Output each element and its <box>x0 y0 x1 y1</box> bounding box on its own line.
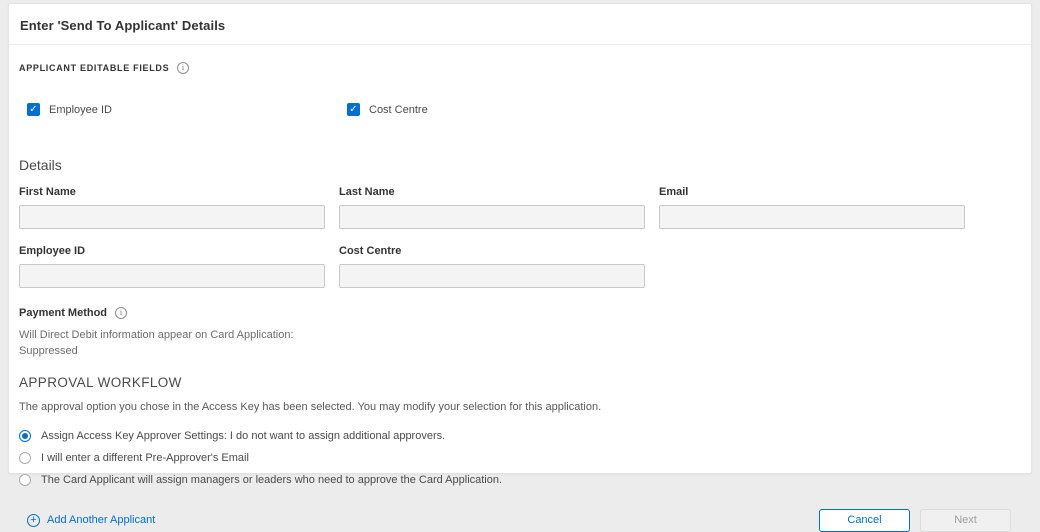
send-to-applicant-card: Enter 'Send To Applicant' Details APPLIC… <box>8 3 1032 532</box>
applicant-editable-fields-heading: APPLICANT EDITABLE FIELDS i <box>19 62 1021 74</box>
payment-method-heading: Payment Method i <box>19 307 1021 319</box>
checkbox-label: Employee ID <box>49 103 112 116</box>
footer-button-group: Cancel Next <box>819 508 1011 532</box>
field-label: Last Name <box>339 186 395 198</box>
grid-spacer <box>659 245 965 288</box>
field-email: Email <box>659 186 965 229</box>
last-name-input[interactable] <box>339 205 645 229</box>
next-button[interactable]: Next <box>920 508 1011 532</box>
radio-label: The Card Applicant will assign managers … <box>41 473 503 486</box>
applicant-editable-fields-label: APPLICANT EDITABLE FIELDS <box>19 63 170 73</box>
field-cost-centre: Cost Centre <box>339 245 645 288</box>
radio-label: I will enter a different Pre-Approver's … <box>41 451 249 464</box>
email-input[interactable] <box>659 205 965 229</box>
plus-circle-icon[interactable]: + <box>27 513 40 527</box>
field-first-name: First Name <box>19 186 325 229</box>
approval-workflow-radio-group: Assign Access Key Approver Settings: I d… <box>19 429 1021 486</box>
direct-debit-answer: Suppressed <box>19 344 78 357</box>
details-heading: Details <box>19 157 62 173</box>
employee-id-input[interactable] <box>19 264 325 288</box>
radio-different-pre-approver-email[interactable]: I will enter a different Pre-Approver's … <box>19 451 1021 464</box>
radio-unselected-icon[interactable] <box>19 451 31 464</box>
cost-centre-input[interactable] <box>339 264 645 288</box>
checkbox-checked-icon[interactable]: ✓ <box>27 103 40 116</box>
radio-unselected-icon[interactable] <box>19 473 31 486</box>
info-icon[interactable]: i <box>177 62 190 74</box>
direct-debit-question: Will Direct Debit information appear on … <box>19 329 294 341</box>
add-another-applicant-link[interactable]: + Add Another Applicant <box>19 513 156 527</box>
page-title: Enter 'Send To Applicant' Details <box>20 18 226 33</box>
radio-applicant-assigns-approvers[interactable]: The Card Applicant will assign managers … <box>19 473 1021 486</box>
field-label: Employee ID <box>19 245 86 257</box>
cancel-button[interactable]: Cancel <box>819 508 910 532</box>
card-content: APPLICANT EDITABLE FIELDS i ✓ Employee I… <box>9 62 1031 532</box>
checkbox-cost-centre[interactable]: ✓ Cost Centre <box>339 103 645 116</box>
card-header: Enter 'Send To Applicant' Details <box>9 4 1031 45</box>
editable-fields-checkbox-row: ✓ Employee ID ✓ Cost Centre <box>19 103 1021 116</box>
field-last-name: Last Name <box>339 186 645 229</box>
radio-label: Assign Access Key Approver Settings: I d… <box>41 429 446 442</box>
field-employee-id: Employee ID <box>19 245 325 288</box>
field-label: First Name <box>19 186 76 198</box>
details-form-grid: First Name Last Name Email Employee ID C… <box>19 186 1021 288</box>
payment-method-text: Will Direct Debit information appear on … <box>19 328 1021 360</box>
approval-workflow-heading: APPROVAL WORKFLOW <box>19 374 182 390</box>
footer-actions: + Add Another Applicant Cancel Next <box>19 508 1021 532</box>
add-another-applicant-label: Add Another Applicant <box>47 514 156 527</box>
approval-workflow-description: The approval option you chose in the Acc… <box>19 400 602 413</box>
radio-selected-icon[interactable] <box>19 429 31 442</box>
payment-method-label: Payment Method <box>19 307 108 319</box>
field-label: Cost Centre <box>339 245 402 257</box>
checkbox-checked-icon[interactable]: ✓ <box>347 103 360 116</box>
checkbox-label: Cost Centre <box>369 103 428 116</box>
first-name-input[interactable] <box>19 205 325 229</box>
info-icon[interactable]: i <box>115 307 128 319</box>
radio-access-key-approver-settings[interactable]: Assign Access Key Approver Settings: I d… <box>19 429 1021 442</box>
field-label: Email <box>659 186 689 198</box>
checkbox-employee-id[interactable]: ✓ Employee ID <box>19 103 325 116</box>
